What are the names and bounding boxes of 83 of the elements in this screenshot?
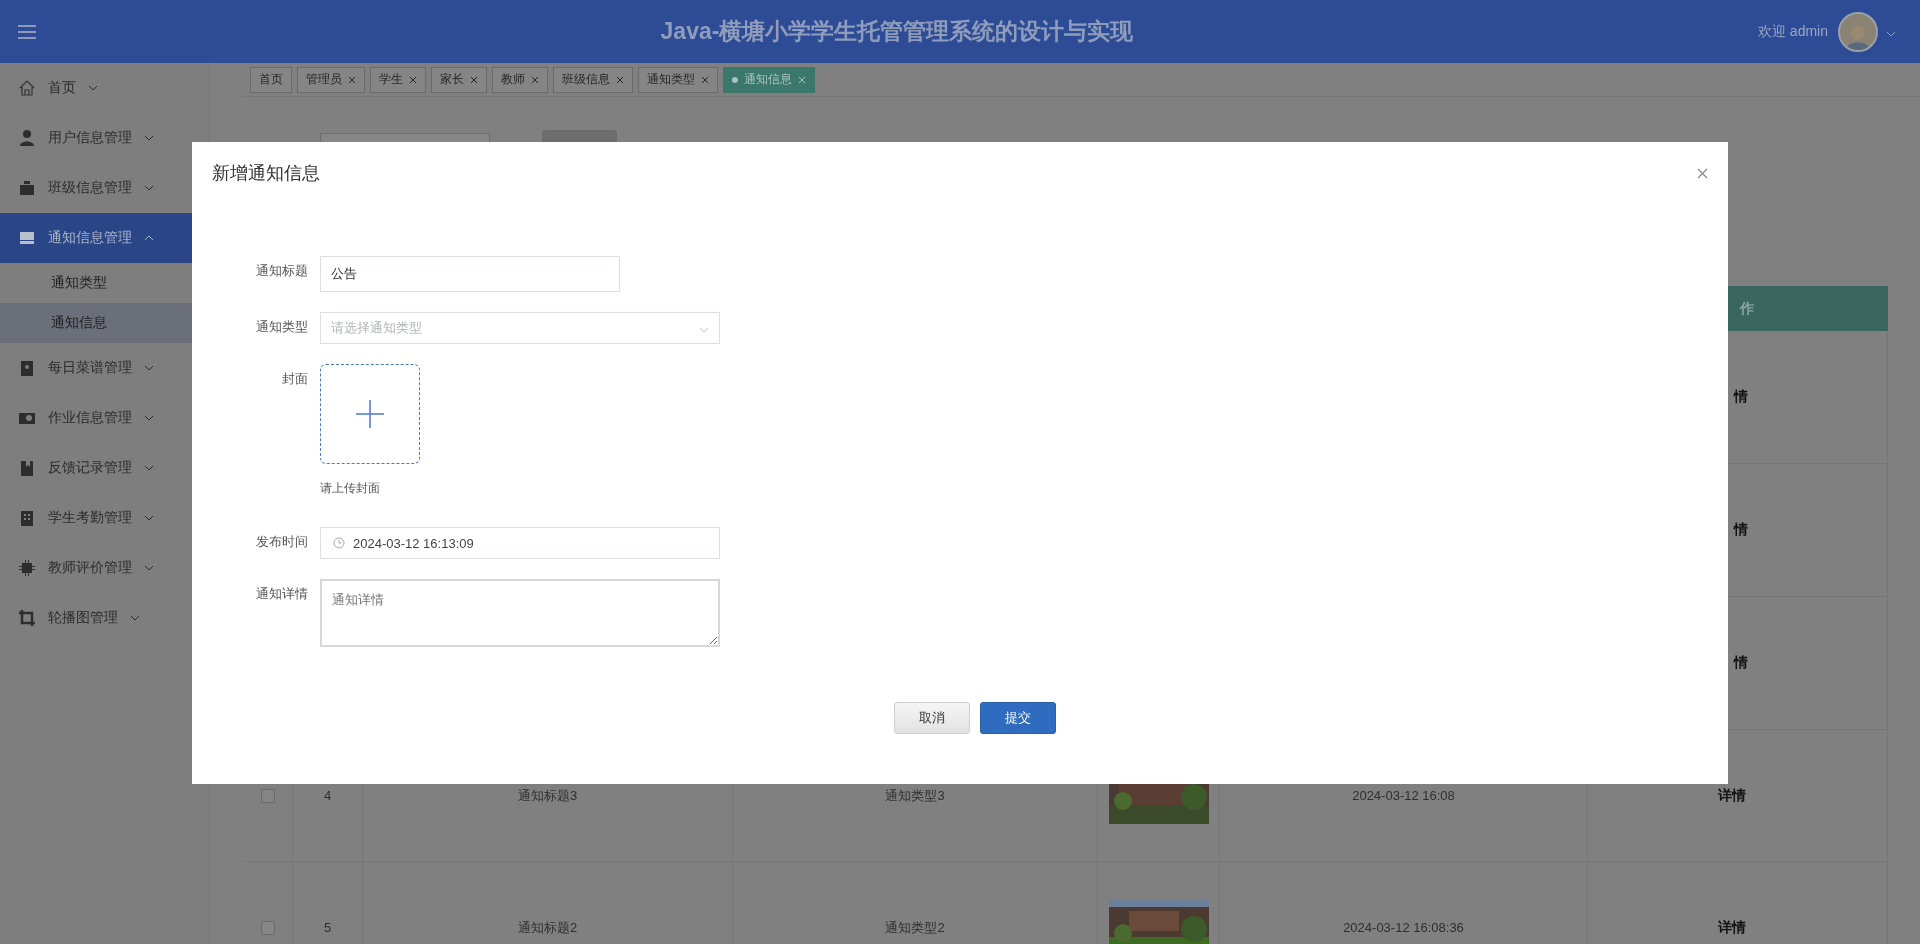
close-icon	[409, 75, 417, 84]
chevron-down-icon	[130, 615, 140, 621]
table-cell: 通知标题2	[517, 918, 578, 937]
avatar[interactable]	[1838, 11, 1878, 52]
detail-link[interactable]: 详情	[1718, 918, 1746, 937]
chevron-down-icon	[699, 326, 709, 333]
close-icon	[616, 75, 624, 84]
detail-link[interactable]: 情	[1734, 388, 1748, 406]
building-icon	[18, 509, 36, 527]
crop-icon	[18, 609, 36, 627]
upload-box[interactable]	[320, 364, 420, 464]
chevron-down-icon	[144, 415, 154, 421]
table-cell: 通知标题3	[517, 786, 578, 805]
tab[interactable]: 教师	[492, 66, 548, 93]
date-field[interactable]: 2024-03-12 16:13:09	[320, 527, 720, 559]
sidebar-item[interactable]: 反馈记录管理	[0, 443, 209, 493]
notebook-icon	[18, 359, 36, 377]
column-header: 作	[1740, 299, 1754, 318]
close-icon[interactable]	[1697, 167, 1708, 179]
field-label: 封面	[281, 370, 309, 388]
table-cell: 2024-03-12 16:08	[1352, 788, 1455, 803]
field-label: 通知详情	[255, 585, 309, 603]
row-checkbox[interactable]	[260, 788, 275, 803]
user-icon	[18, 129, 36, 147]
close-icon	[531, 75, 539, 84]
tab[interactable]: 通知信息	[723, 66, 815, 93]
submit-button[interactable]: 提交	[980, 702, 1056, 734]
detail-link[interactable]: 情	[1734, 654, 1748, 672]
tab[interactable]: 通知类型	[638, 66, 718, 93]
welcome-text: 欢迎 admin	[1757, 22, 1828, 41]
title-input[interactable]: 公告	[320, 256, 620, 292]
field-label: 通知标题	[255, 262, 309, 280]
upload-hint: 请上传封面	[320, 480, 381, 497]
close-icon	[798, 75, 806, 84]
chip-icon	[18, 559, 36, 577]
app-title: Java-横塘小学学生托管管理系统的设计与实现	[659, 17, 1135, 46]
chevron-down-icon	[144, 565, 154, 571]
row-checkbox[interactable]	[260, 920, 275, 935]
sidebar-item[interactable]: 教师评价管理	[0, 543, 209, 593]
bookmark-icon	[18, 459, 36, 477]
close-icon	[348, 75, 356, 84]
cancel-button[interactable]: 取消	[894, 702, 970, 734]
monitor-icon	[18, 229, 36, 247]
sidebar-item[interactable]: 轮播图管理	[0, 593, 209, 643]
chevron-down-icon	[88, 85, 98, 91]
clock-icon	[333, 537, 345, 549]
table-cell: 4	[323, 788, 332, 803]
dot-icon	[732, 76, 738, 83]
sidebar-item[interactable]: 作业信息管理	[0, 393, 209, 443]
table-cell: 2024-03-12 16:08:36	[1343, 920, 1464, 935]
tab[interactable]: 班级信息	[553, 66, 633, 93]
table-cell: 通知类型2	[885, 918, 945, 937]
menu-icon[interactable]	[18, 24, 36, 39]
chevron-down-icon	[144, 185, 154, 191]
dialog-title: 新增通知信息	[212, 162, 320, 185]
sidebar-item[interactable]: 首页	[0, 63, 209, 113]
sidebar-item[interactable]: 班级信息管理	[0, 163, 209, 213]
tab[interactable]: 管理员	[297, 66, 365, 93]
field-label: 发布时间	[255, 533, 309, 551]
type-select[interactable]: 请选择通知类型	[320, 312, 720, 344]
detail-link[interactable]: 详情	[1718, 786, 1746, 805]
chevron-down-icon	[144, 365, 154, 371]
home-icon	[18, 79, 36, 97]
chevron-down-icon	[144, 135, 154, 141]
tab[interactable]: 首页	[250, 66, 292, 93]
tab[interactable]: 家长	[431, 66, 487, 93]
plus-icon	[356, 400, 384, 428]
close-icon	[470, 75, 478, 84]
sidebar-item[interactable]: 每日菜谱管理	[0, 343, 209, 393]
chevron-up-icon	[144, 235, 154, 241]
sidebar-item[interactable]: 学生考勤管理	[0, 493, 209, 543]
chevron-down-icon	[1886, 30, 1896, 37]
close-icon	[701, 75, 709, 84]
detail-link[interactable]: 情	[1734, 521, 1748, 539]
table-cell: 5	[323, 920, 332, 935]
detail-textarea[interactable]: 通知详情	[320, 579, 720, 647]
briefcase-icon	[18, 179, 36, 197]
chevron-down-icon	[144, 515, 154, 521]
field-label: 通知类型	[255, 318, 309, 336]
table-cell: 通知类型3	[885, 786, 945, 805]
chevron-down-icon	[144, 465, 154, 471]
tab[interactable]: 学生	[370, 66, 426, 93]
sidebar-item[interactable]: 用户信息管理	[0, 113, 209, 163]
